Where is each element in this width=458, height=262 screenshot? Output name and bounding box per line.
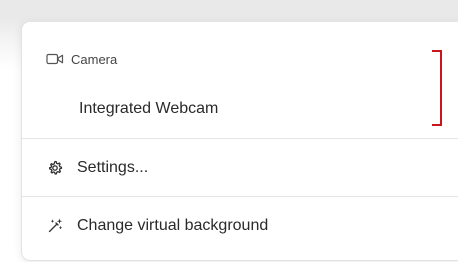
camera-device-option[interactable]: Integrated Webcam [79, 100, 218, 118]
camera-section: Camera Integrated Webcam [22, 22, 458, 139]
camera-icon [46, 52, 64, 66]
settings-menu-item[interactable]: Settings... [22, 139, 458, 197]
highlight-bracket [432, 50, 442, 126]
settings-label: Settings... [77, 158, 149, 176]
change-virtual-background-menu-item[interactable]: Change virtual background [22, 197, 458, 254]
change-virtual-background-label: Change virtual background [77, 216, 269, 234]
camera-context-menu: Camera Integrated Webcam Settings... Cha… [22, 22, 458, 260]
camera-section-label: Camera [71, 51, 118, 67]
camera-section-header: Camera [46, 50, 117, 68]
magic-wand-icon [46, 217, 64, 235]
gear-icon [46, 159, 64, 177]
